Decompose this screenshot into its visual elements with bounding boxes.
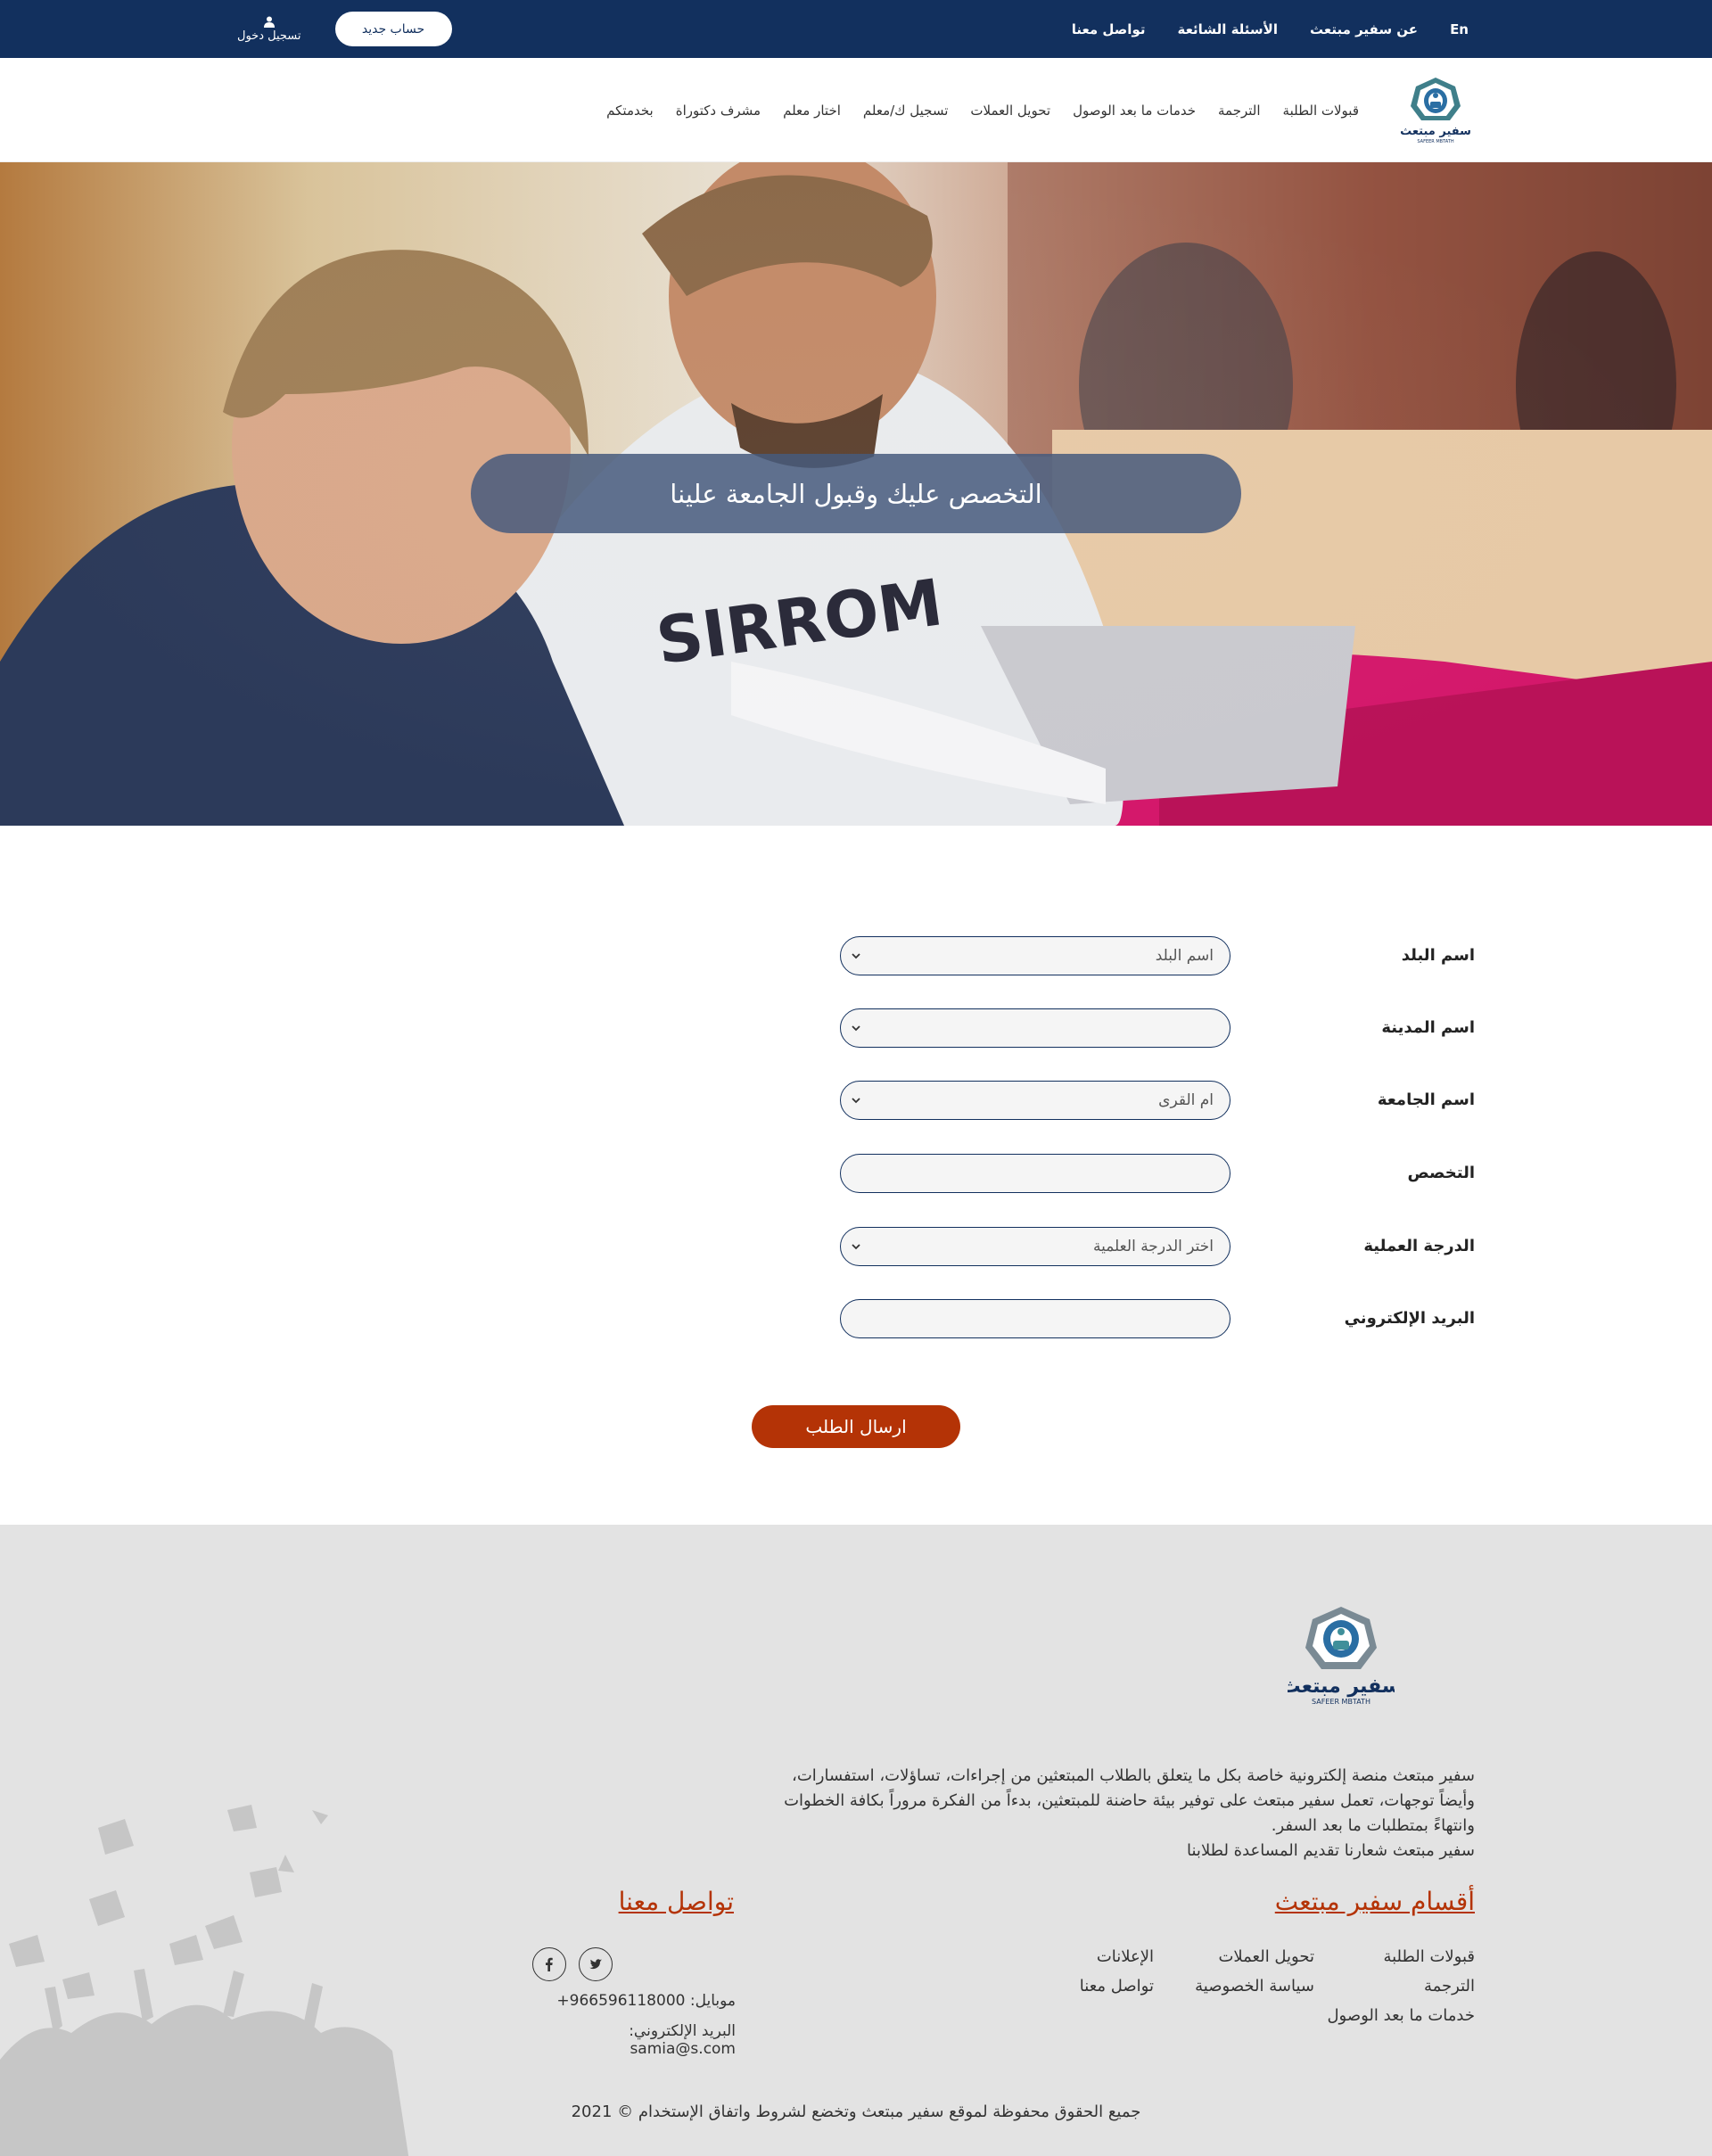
degree-label: الدرجة العملية — [1363, 1237, 1475, 1255]
footer-link-contact[interactable]: تواصل معنا — [993, 1977, 1154, 1996]
account-area: تسجيل دخول حساب جديد — [237, 0, 452, 58]
footer-link-admissions[interactable]: قبولات الطلبة — [1314, 1947, 1475, 1966]
svg-text:سفير مبتعث: سفير مبتعث — [1400, 125, 1471, 138]
city-label: اسم المدينة — [1381, 1018, 1475, 1037]
contact-block: موبايل: 966596118000+ البريد الإلكتروني:… — [532, 1947, 736, 2058]
sections-title: أقسام سفير مبتعث — [1274, 1887, 1475, 1916]
user-icon — [263, 16, 275, 28]
copyright: جميع الحقوق محفوظة لموقع سفير مبتعث وتخض… — [571, 2103, 1141, 2121]
about-line: سفير مبتعث شعارنا تقديم المساعدة لطلابنا — [1187, 1841, 1475, 1860]
main-nav: سفير مبتعث SAFEER MBTATH قبولات الطلبة ا… — [0, 58, 1712, 162]
nav-item-translation[interactable]: الترجمة — [1218, 103, 1261, 119]
footer-link-currency[interactable]: تحويل العملات — [1154, 1947, 1314, 1966]
country-label: اسم البلد — [1401, 946, 1475, 965]
university-label: اسم الجامعة — [1377, 1090, 1475, 1109]
login-label: تسجيل دخول — [237, 29, 301, 43]
city-row: اسم المدينة — [840, 1008, 1475, 1048]
login-button[interactable]: تسجيل دخول — [237, 16, 301, 43]
chevron-down-icon — [852, 953, 860, 959]
nav-item-admissions[interactable]: قبولات الطلبة — [1283, 103, 1359, 119]
nav-item-at-service[interactable]: بخدمتكم — [606, 103, 654, 119]
email-text: البريد الإلكتروني: samia@s.com — [629, 2022, 736, 2058]
nav-items: قبولات الطلبة الترجمة خدمات ما بعد الوصو… — [606, 58, 1359, 162]
about-line: وأيضاً توجهات، تعمل سفير مبتعث على توفير… — [784, 1791, 1475, 1810]
degree-select[interactable]: اختر الدرجة العلمية — [840, 1227, 1230, 1266]
footer-link-ads[interactable]: الإعلانات — [993, 1947, 1154, 1966]
footer-link-privacy[interactable]: سياسة الخصوصية — [1154, 1977, 1314, 1996]
chevron-down-icon — [852, 1098, 860, 1104]
about-link[interactable]: عن سفير مبتعث — [1310, 21, 1418, 37]
nav-item-post-arrival[interactable]: خدمات ما بعد الوصول — [1073, 103, 1196, 119]
country-row: اسم البلد اسم البلد — [840, 936, 1475, 975]
sections-links: قبولات الطلبة تحويل العملات الإعلانات ال… — [993, 1947, 1475, 2025]
lang-switch[interactable]: En — [1450, 21, 1469, 37]
chevron-down-icon — [852, 1025, 860, 1032]
logo-icon: سفير مبتعث SAFEER MBTATH — [1400, 78, 1471, 144]
email-field[interactable] — [840, 1299, 1230, 1338]
facebook-icon[interactable] — [532, 1947, 566, 1981]
social-icons — [532, 1947, 736, 1981]
contact-link[interactable]: تواصل معنا — [1072, 21, 1146, 37]
about-line: وانتهاءً بمتطلبات ما بعد السفر. — [1271, 1816, 1475, 1835]
about-text: سفير مبتعث منصة إلكترونية خاصة بكل ما يت… — [779, 1764, 1475, 1864]
city-select[interactable] — [840, 1008, 1230, 1048]
graduation-silhouette — [0, 1805, 409, 2156]
about-line: سفير مبتعث منصة إلكترونية خاصة بكل ما يت… — [792, 1766, 1475, 1785]
mobile-text: موبايل: 966596118000+ — [556, 1992, 736, 2010]
footer-link-post-arrival[interactable]: خدمات ما بعد الوصول — [1314, 2006, 1475, 2025]
new-account-button[interactable]: حساب جديد — [334, 12, 452, 46]
footer-logo: سفير مبتعث SAFEER MBTATH — [1288, 1607, 1395, 1706]
top-bar: En عن سفير مبتعث الأسئلة الشائعة تواصل م… — [0, 0, 1712, 58]
footer: سفير مبتعث SAFEER MBTATH سفير مبتعث منصة… — [0, 1525, 1712, 2156]
contact-title: تواصل معنا — [618, 1887, 734, 1916]
university-value: ام القرى — [1158, 1091, 1214, 1109]
chevron-down-icon — [852, 1244, 860, 1250]
footer-link-translation[interactable]: الترجمة — [1314, 1977, 1475, 1996]
site-logo[interactable]: سفير مبتعث SAFEER MBTATH — [1400, 74, 1471, 145]
submit-request-button[interactable]: ارسال الطلب — [752, 1405, 960, 1448]
request-form: اسم البلد اسم البلد اسم المدينة اسم الجا… — [0, 826, 1712, 1525]
country-value: اسم البلد — [1155, 947, 1214, 965]
hero-banner: SIRROM التخصص عليك وقبول الجامعة علينا — [0, 162, 1712, 826]
country-select[interactable]: اسم البلد — [840, 936, 1230, 975]
nav-item-choose-teacher[interactable]: اختار معلم — [783, 103, 841, 119]
nav-item-register-teacher[interactable]: تسجيل ك/معلم — [863, 103, 949, 119]
svg-text:SAFEER MBTATH: SAFEER MBTATH — [1312, 1698, 1370, 1706]
university-row: اسم الجامعة ام القرى — [840, 1081, 1475, 1120]
svg-text:سفير مبتعث: سفير مبتعث — [1288, 1675, 1395, 1698]
twitter-icon[interactable] — [579, 1947, 613, 1981]
major-input[interactable] — [840, 1154, 1230, 1193]
nav-item-currency[interactable]: تحويل العملات — [970, 103, 1050, 119]
email-row: البريد الإلكتروني — [840, 1299, 1475, 1338]
degree-value: اختر الدرجة العلمية — [1092, 1238, 1214, 1255]
svg-text:SAFEER MBTATH: SAFEER MBTATH — [1417, 139, 1453, 144]
faq-link[interactable]: الأسئلة الشائعة — [1177, 21, 1278, 37]
nav-item-phd-supervisor[interactable]: مشرف دكتوراة — [676, 103, 761, 119]
degree-row: الدرجة العملية اختر الدرجة العلمية — [840, 1227, 1475, 1266]
university-select[interactable]: ام القرى — [840, 1081, 1230, 1120]
major-row: التخصص — [840, 1154, 1475, 1193]
top-links: En عن سفير مبتعث الأسئلة الشائعة تواصل م… — [1072, 0, 1469, 58]
hero-title: التخصص عليك وقبول الجامعة علينا — [471, 454, 1241, 533]
major-label: التخصص — [1407, 1164, 1475, 1182]
email-label: البريد الإلكتروني — [1344, 1309, 1475, 1328]
